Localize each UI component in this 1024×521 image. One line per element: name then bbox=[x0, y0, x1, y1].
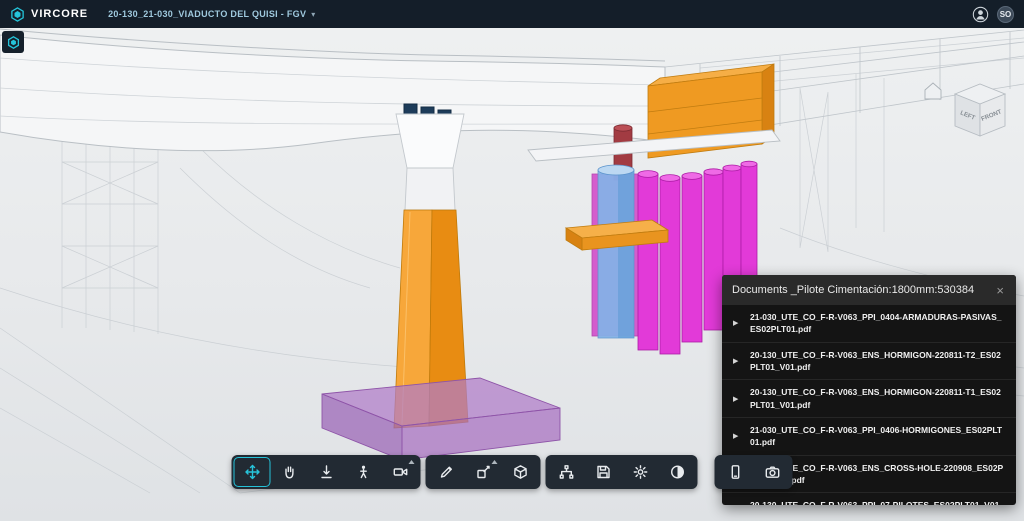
document-name: 20-130_UTE_CO_F-R-V063_ENS_HORMIGON-2208… bbox=[750, 349, 1004, 374]
tool-dropdown-caret bbox=[409, 460, 415, 464]
screenshot-button[interactable] bbox=[754, 457, 791, 487]
pier[interactable] bbox=[394, 104, 468, 428]
documents-panel-header: Documents _Pilote Cimentación:1800mm:530… bbox=[722, 275, 1016, 305]
project-title: 20-130_21-030_VIADUCTO DEL QUISI - FGV bbox=[108, 9, 306, 19]
pan-tool-button[interactable] bbox=[271, 457, 308, 487]
document-item[interactable]: ▶ 20-130_UTE_CO_F-R-V063_ENS_HORMIGON-22… bbox=[722, 380, 1016, 418]
toolbar-group-capture bbox=[715, 455, 793, 489]
cube-icon bbox=[512, 464, 528, 480]
document-item[interactable]: ▶ 21-030_UTE_CO_F-R-V063_PPI_0404-ARMADU… bbox=[722, 305, 1016, 343]
hexagon-logo-icon bbox=[10, 7, 25, 22]
tool-dropdown-caret bbox=[492, 460, 498, 464]
document-item[interactable]: ▶ 20-130_UTE_CO_F-R-V063_ENS_HORMIGON-22… bbox=[722, 343, 1016, 381]
save-floppy-icon bbox=[595, 464, 611, 480]
person-icon bbox=[355, 464, 371, 480]
hand-icon bbox=[281, 464, 297, 480]
save-view-button[interactable] bbox=[585, 457, 622, 487]
document-item[interactable]: ▶ 21-030_UTE_CO_F-R-V063_PPI_0406-HORMIG… bbox=[722, 418, 1016, 456]
view-cube[interactable]: LEFT FRONT bbox=[925, 83, 1005, 136]
markup-tool-button[interactable] bbox=[428, 457, 465, 487]
toolbar-group-markup bbox=[426, 455, 541, 489]
background-toggle-button[interactable] bbox=[659, 457, 696, 487]
topbar: VIRCORE 20-130_21-030_VIADUCTO DEL QUISI… bbox=[0, 0, 1024, 28]
expand-caret-icon: ▶ bbox=[733, 357, 738, 365]
foundation-cap-purple[interactable] bbox=[322, 378, 560, 460]
section-cube-button[interactable] bbox=[502, 457, 539, 487]
arrow-down-icon bbox=[318, 464, 334, 480]
topbar-right: SO bbox=[972, 6, 1014, 23]
camera-views-button[interactable] bbox=[382, 457, 419, 487]
vircore-logo-text: VIRCORE bbox=[31, 8, 88, 20]
toolbar-group-navigation bbox=[232, 455, 421, 489]
edit-box-icon bbox=[475, 464, 491, 480]
orbit-move-icon bbox=[244, 464, 260, 480]
hexagon-mini-icon bbox=[7, 36, 20, 49]
vircore-logo: VIRCORE bbox=[10, 7, 88, 22]
pier-collar bbox=[405, 168, 455, 210]
gear-icon bbox=[632, 464, 648, 480]
mobile-phone-icon bbox=[727, 464, 743, 480]
pile-blue[interactable] bbox=[598, 165, 634, 338]
video-camera-icon bbox=[392, 464, 408, 480]
avatar-icon[interactable] bbox=[972, 6, 989, 23]
expand-caret-icon: ▶ bbox=[733, 432, 738, 440]
gravity-tool-button[interactable] bbox=[308, 457, 345, 487]
expand-caret-icon: ▶ bbox=[733, 395, 738, 403]
viewport-3d[interactable]: LEFT FRONT Documents _Pilote Cimentación… bbox=[0, 28, 1024, 521]
model-tree-button[interactable] bbox=[548, 457, 585, 487]
hierarchy-nodes-icon bbox=[558, 464, 574, 480]
user-badge[interactable]: SO bbox=[997, 6, 1014, 23]
home-icon[interactable] bbox=[925, 83, 941, 99]
contrast-icon bbox=[669, 464, 685, 480]
edit-object-button[interactable] bbox=[465, 457, 502, 487]
expand-caret-icon: ▶ bbox=[733, 319, 738, 327]
mobile-ar-button[interactable] bbox=[717, 457, 754, 487]
camera-icon bbox=[764, 464, 780, 480]
documents-panel-title: Documents _Pilote Cimentación:1800mm:530… bbox=[732, 284, 994, 296]
bridge-deck[interactable] bbox=[0, 29, 665, 151]
pier-capital bbox=[396, 114, 464, 168]
settings-button[interactable] bbox=[622, 457, 659, 487]
walk-tool-button[interactable] bbox=[345, 457, 382, 487]
close-icon[interactable]: × bbox=[994, 283, 1006, 298]
toolbar-group-model bbox=[546, 455, 698, 489]
orbit-tool-button[interactable] bbox=[234, 457, 271, 487]
pencil-icon bbox=[438, 464, 454, 480]
document-name: 20-130_UTE_CO_F-R-V063_ENS_HORMIGON-2208… bbox=[750, 386, 1004, 411]
project-selector[interactable]: 20-130_21-030_VIADUCTO DEL QUISI - FGV ▾ bbox=[108, 9, 315, 19]
document-name: 20-130_UTE_CO_F-R-V063_PPI_07-PILOTES_ES… bbox=[750, 499, 1004, 505]
chevron-down-icon: ▾ bbox=[311, 10, 315, 19]
viewer-menu-button[interactable] bbox=[2, 31, 24, 53]
app-window: VIRCORE 20-130_21-030_VIADUCTO DEL QUISI… bbox=[0, 0, 1024, 521]
document-name: 21-030_UTE_CO_F-R-V063_PPI_0404-ARMADURA… bbox=[750, 311, 1004, 336]
document-name: 21-030_UTE_CO_F-R-V063_PPI_0406-HORMIGON… bbox=[750, 424, 1004, 449]
bottom-toolbar bbox=[232, 455, 793, 489]
document-item[interactable]: ▶ 20-130_UTE_CO_F-R-V063_PPI_07-PILOTES_… bbox=[722, 493, 1016, 505]
